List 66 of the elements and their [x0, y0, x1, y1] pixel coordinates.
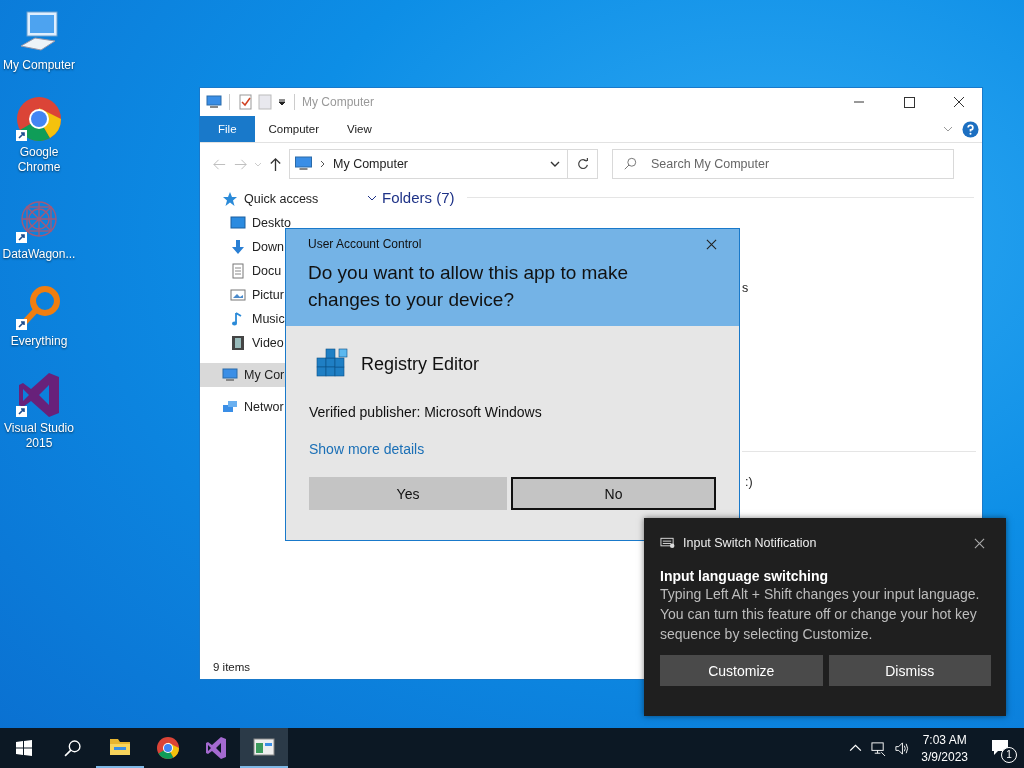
nav-item[interactable]: Video: [200, 331, 356, 355]
window-icon: [252, 735, 276, 759]
publisher-text: Verified publisher: Microsoft Windows: [309, 404, 543, 420]
search-icon: [63, 739, 81, 757]
notification-app: Input Switch Notification: [683, 536, 817, 550]
notification-count: 1: [1001, 747, 1017, 763]
keyboard-icon: [660, 537, 675, 549]
app-name: Registry Editor: [361, 353, 480, 375]
taskbar-app[interactable]: [240, 728, 288, 768]
desktop-icon-label: Everything: [9, 334, 69, 349]
nav-item[interactable]: Quick access: [200, 187, 356, 211]
group-heading[interactable]: Folders (7): [382, 189, 455, 206]
nav-item[interactable]: Deskto: [200, 211, 356, 235]
chrome-shortcut-icon[interactable]: [15, 95, 63, 143]
visual-studio-icon: [204, 736, 228, 760]
notification-button[interactable]: Customize: [660, 655, 823, 686]
up-arrow-icon[interactable]: [268, 156, 283, 172]
close-icon[interactable]: [706, 238, 717, 250]
computer-icon[interactable]: [206, 94, 222, 110]
properties-icon[interactable]: [237, 94, 253, 110]
chrome-icon: [156, 736, 180, 760]
chevron-icon: [319, 160, 327, 168]
address-bar[interactable]: My Computer: [289, 149, 568, 179]
ribbon-tab[interactable]: File: [200, 116, 255, 142]
folder-label: s: [742, 281, 749, 295]
download-arrow-icon: [230, 239, 246, 255]
document-icon: [230, 263, 246, 279]
close-icon[interactable]: [974, 537, 985, 549]
search-field[interactable]: Search My Computer: [612, 149, 954, 179]
computer-icon: [294, 156, 313, 172]
network-icon: [222, 399, 238, 415]
dialog-question: Do you want to allow this app to make changes to your device?: [308, 261, 629, 312]
refresh-button[interactable]: [568, 149, 598, 179]
ribbon-tab[interactable]: View: [333, 116, 386, 142]
dialog-title: User Account Control: [308, 237, 423, 251]
help-icon[interactable]: [962, 120, 979, 138]
computer-icon: [222, 367, 238, 383]
picture-icon: [230, 287, 246, 303]
film-icon: [230, 335, 246, 351]
show-details-link[interactable]: Show more details: [309, 441, 425, 457]
desktop-icon-label: Visual Studio 2015: [3, 421, 75, 451]
desktop-icon-label: My Computer: [2, 58, 76, 73]
desktop-icon-label: Google Chrome: [16, 145, 62, 175]
desktop-icon-label: DataWagon...: [1, 247, 77, 262]
dialog-button[interactable]: Yes: [309, 477, 507, 510]
dropdown-icon[interactable]: [277, 97, 287, 107]
notification-title: Input language switching: [660, 568, 829, 584]
notification-body: Typing Left Alt + Shift changes your input language. You can turn this feature off or change your hot key sequence by selecting Customize.: [660, 585, 981, 644]
windows-logo-icon: [16, 740, 32, 756]
status-text: 9 items: [212, 661, 251, 675]
magnifier-shortcut-icon[interactable]: [15, 284, 63, 332]
refresh-icon: [575, 157, 590, 171]
search-icon: [623, 157, 637, 171]
dialog-button[interactable]: No: [511, 477, 716, 510]
address-text: My Computer: [333, 157, 409, 171]
speech-bubble-icon: [990, 738, 1010, 758]
speaker-icon[interactable]: [894, 740, 910, 756]
action-center-button[interactable]: 1: [976, 728, 1024, 768]
star-icon: [222, 191, 238, 207]
drive-label: :): [745, 475, 753, 489]
network-icon[interactable]: [871, 740, 887, 756]
window-title: My Computer: [302, 95, 375, 109]
clock[interactable]: 7:03 AM 3/9/2023: [913, 728, 976, 768]
ribbon-tab[interactable]: Computer: [254, 116, 334, 142]
desktop-icon: [230, 215, 246, 231]
notification-button[interactable]: Dismiss: [828, 655, 991, 686]
